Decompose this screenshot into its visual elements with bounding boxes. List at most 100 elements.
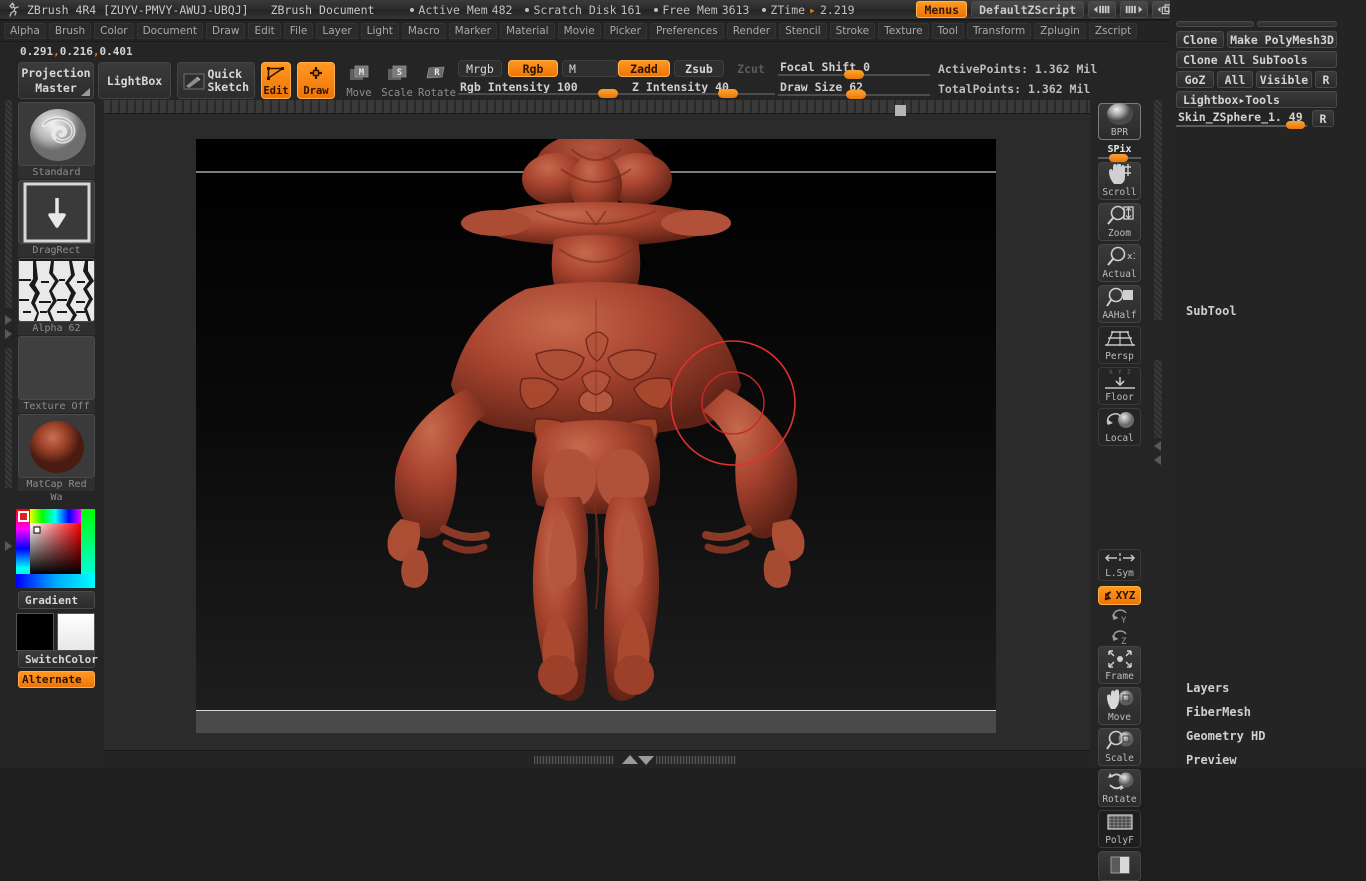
move-viewport-button[interactable]: Move — [1098, 687, 1141, 725]
section-fibermesh[interactable]: FiberMesh — [1186, 705, 1251, 719]
menu-brush[interactable]: Brush — [48, 23, 92, 39]
menu-layer[interactable]: Layer — [316, 23, 358, 39]
focal-shift-slider[interactable]: Focal Shift 0 — [778, 60, 930, 80]
frame-button[interactable]: Frame — [1098, 646, 1141, 684]
menu-marker[interactable]: Marker — [448, 23, 497, 39]
stroke-thumbnail[interactable] — [18, 180, 95, 244]
canvas-marker-square[interactable] — [895, 105, 906, 116]
current-tool-knob[interactable] — [1286, 121, 1305, 129]
clone-button[interactable]: Clone — [1176, 31, 1224, 48]
secondary-color-swatch[interactable] — [57, 613, 95, 651]
floor-button[interactable]: XYZ Floor — [1098, 367, 1141, 405]
zscript-button[interactable]: DefaultZScript — [971, 1, 1084, 18]
alpha-selector[interactable]: Alpha 62 — [18, 258, 95, 335]
edit-button[interactable]: Edit — [261, 62, 291, 99]
local-button[interactable]: Local — [1098, 408, 1141, 446]
m-button[interactable]: M — [562, 60, 618, 77]
menu-zscript[interactable]: Zscript — [1088, 23, 1138, 39]
aahalf-button[interactable]: AAHalf — [1098, 285, 1141, 323]
canvas-bottom-scrollbar[interactable] — [104, 750, 1090, 768]
canvas-area[interactable] — [104, 100, 1090, 750]
spix-knob[interactable] — [1109, 154, 1128, 162]
alternate-button[interactable]: Alternate — [18, 671, 95, 688]
menu-draw[interactable]: Draw — [206, 23, 246, 39]
rgb-intensity-knob[interactable] — [598, 89, 618, 98]
menu-color[interactable]: Color — [94, 23, 134, 39]
draw-size-knob[interactable] — [846, 90, 866, 99]
stat-ztime[interactable]: ZTime ▸ 2.219 — [762, 3, 855, 17]
material-thumbnail[interactable] — [18, 414, 95, 478]
menu-document[interactable]: Document — [136, 23, 203, 39]
scroll-down-arrow[interactable] — [638, 756, 654, 765]
rotate-y-button[interactable]: Y — [1110, 606, 1132, 629]
gradient-button[interactable]: Gradient — [18, 591, 95, 609]
menu-material[interactable]: Material — [499, 23, 555, 39]
lsym-button[interactable]: L.Sym — [1098, 549, 1141, 581]
switchcolor-button[interactable]: SwitchColor — [18, 650, 98, 668]
rotate-viewport-button[interactable]: Rotate — [1098, 769, 1141, 807]
scale-button[interactable]: S Scale — [379, 62, 415, 99]
menu-preferences[interactable]: Preferences — [649, 23, 724, 39]
menus-button[interactable]: Menus — [916, 1, 968, 18]
goz-button[interactable]: GoZ — [1176, 71, 1214, 88]
spix-slider[interactable]: SPix — [1098, 144, 1141, 162]
zadd-button[interactable]: Zadd — [618, 60, 670, 77]
lightbox-button[interactable]: LightBox — [98, 62, 171, 99]
actual-button[interactable]: x1 Actual — [1098, 244, 1141, 282]
menu-render[interactable]: Render — [726, 23, 777, 39]
zoom-button[interactable]: Zoom — [1098, 203, 1141, 241]
canvas-ruler[interactable] — [104, 100, 1090, 114]
brush-selector[interactable]: Standard — [18, 102, 95, 179]
menu-movie[interactable]: Movie — [557, 23, 601, 39]
persp-button[interactable]: Persp — [1098, 326, 1141, 364]
sculpt-viewport[interactable] — [196, 132, 996, 711]
draw-size-slider[interactable]: Draw Size 62 — [778, 80, 930, 100]
zsub-button[interactable]: Zsub — [674, 60, 724, 77]
subtool-section-title[interactable]: SubTool — [1186, 304, 1237, 318]
shelf-grip[interactable] — [4, 100, 13, 768]
draw-button[interactable]: Draw — [297, 62, 335, 99]
polyf-button[interactable]: PolyF — [1098, 810, 1141, 848]
focal-shift-knob[interactable] — [844, 70, 864, 79]
lightbox-tools-button[interactable]: Lightbox▸Tools — [1176, 91, 1337, 108]
zcut-button[interactable]: Zcut — [728, 60, 774, 77]
texture-thumbnail[interactable] — [18, 336, 95, 400]
clone-all-subtools-button[interactable]: Clone All SubTools — [1176, 51, 1337, 68]
scroll-up-arrow[interactable] — [622, 755, 638, 764]
viewport-toolbar-grip[interactable] — [1152, 100, 1162, 768]
menu-light[interactable]: Light — [360, 23, 399, 39]
rotate-xyz-button[interactable]: XYZ — [1098, 586, 1141, 605]
menu-texture[interactable]: Texture — [878, 23, 929, 39]
mrgb-button[interactable]: Mrgb — [458, 60, 502, 77]
goz-r-button[interactable]: R — [1315, 71, 1337, 88]
menu-edit[interactable]: Edit — [248, 23, 281, 39]
visible-button[interactable]: Visible — [1256, 71, 1312, 88]
section-preview[interactable]: Preview — [1186, 753, 1237, 767]
menu-alpha[interactable]: Alpha — [4, 23, 46, 39]
next-strip-icon[interactable] — [1120, 1, 1148, 18]
menu-zplugin[interactable]: Zplugin — [1034, 23, 1086, 39]
menu-macro[interactable]: Macro — [401, 23, 446, 39]
menu-stencil[interactable]: Stencil — [779, 23, 827, 39]
menu-picker[interactable]: Picker — [603, 23, 647, 39]
rgb-button[interactable]: Rgb — [508, 60, 558, 77]
all-button[interactable]: All — [1217, 71, 1253, 88]
section-geometry-hd[interactable]: Geometry HD — [1186, 729, 1265, 743]
document-canvas[interactable] — [196, 132, 996, 711]
quick-sketch-button[interactable]: Quick Sketch — [177, 62, 255, 99]
move-button[interactable]: M Move — [341, 62, 377, 99]
tool-row-clipped-right[interactable] — [1257, 21, 1337, 27]
section-layers[interactable]: Layers — [1186, 681, 1229, 695]
stroke-selector[interactable]: DragRect — [18, 180, 95, 257]
alpha-thumbnail[interactable] — [18, 258, 95, 322]
menu-stroke[interactable]: Stroke — [829, 23, 876, 39]
z-intensity-knob[interactable] — [718, 89, 738, 98]
make-polymesh3d-button[interactable]: Make PolyMesh3D — [1227, 31, 1337, 48]
scale-viewport-button[interactable]: Scale — [1098, 728, 1141, 766]
previous-strip-icon[interactable] — [1088, 1, 1116, 18]
menu-transform[interactable]: Transform — [966, 23, 1032, 39]
menu-file[interactable]: File — [283, 23, 314, 39]
menu-tool[interactable]: Tool — [931, 23, 964, 39]
tool-row-clipped-left[interactable] — [1176, 21, 1254, 27]
z-intensity-slider[interactable]: Z Intensity 40 — [630, 80, 775, 100]
